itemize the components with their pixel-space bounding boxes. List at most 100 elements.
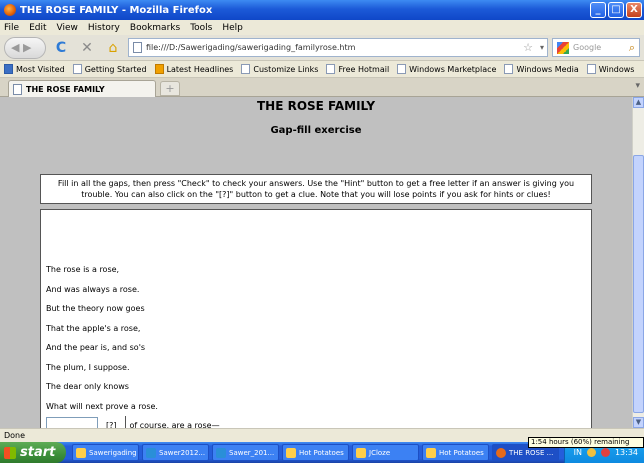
task-sawer2012[interactable]: Sawer2012... xyxy=(142,444,209,461)
bookmark-windows[interactable]: Windows xyxy=(586,64,635,74)
home-icon: ⌂ xyxy=(108,39,118,56)
poem-line: But the theory now goes xyxy=(46,304,145,313)
menu-view[interactable]: View xyxy=(57,23,78,33)
gap-following-text: of course, are a rose— xyxy=(124,416,220,428)
scroll-up-icon[interactable]: ▲ xyxy=(633,97,644,108)
forward-icon[interactable]: ▶ xyxy=(23,41,31,54)
page-icon xyxy=(397,64,407,74)
bookmark-customize-links[interactable]: Customize Links xyxy=(241,64,318,74)
page-content: THE ROSE FAMILY Gap-fill exercise Fill i… xyxy=(0,97,632,428)
menu-help[interactable]: Help xyxy=(222,23,243,33)
task-sawer-201[interactable]: Sawer_201... xyxy=(212,444,279,461)
bookmark-label: Windows Media xyxy=(516,64,579,74)
search-placeholder[interactable]: Google xyxy=(573,43,601,52)
clue-button[interactable]: [?] xyxy=(104,416,119,428)
task-hot-potatoes-2[interactable]: Hot Potatoes xyxy=(422,444,489,461)
page-icon xyxy=(133,42,142,53)
most-visited-icon xyxy=(4,64,13,74)
home-button[interactable]: ⌂ xyxy=(102,38,124,58)
google-icon[interactable] xyxy=(557,41,569,54)
tab-title: THE ROSE FAMILY xyxy=(26,84,105,94)
page-icon xyxy=(72,64,82,74)
task-label: Sawer_201... xyxy=(229,448,275,457)
poem-line: The dear only knows xyxy=(46,382,129,391)
task-label: Hot Potatoes xyxy=(439,448,484,457)
url-text[interactable]: file:///D:/Sawerigading/sawerigading_fam… xyxy=(146,43,355,52)
task-jcloze[interactable]: JCloze xyxy=(352,444,419,461)
menu-edit[interactable]: Edit xyxy=(29,23,46,33)
stop-button[interactable]: ✕ xyxy=(76,38,98,58)
taskbar-tasks: Sawerigading Sawer2012... Sawer_201... H… xyxy=(66,444,559,461)
language-indicator[interactable]: IN xyxy=(574,448,582,457)
document-icon xyxy=(146,447,156,458)
hot-potatoes-icon xyxy=(356,447,366,458)
stop-icon: ✕ xyxy=(81,39,93,56)
back-forward-button[interactable]: ◀ ▶ xyxy=(4,36,46,59)
bookmark-label: Windows xyxy=(598,64,635,74)
navigation-toolbar: ◀ ▶ C ✕ ⌂ file:///D:/Sawerigading/saweri… xyxy=(0,35,644,61)
url-bar[interactable]: file:///D:/Sawerigading/sawerigading_fam… xyxy=(128,38,548,57)
task-hot-potatoes[interactable]: Hot Potatoes xyxy=(282,444,349,461)
bookmark-label: Latest Headlines xyxy=(166,64,234,74)
page-icon xyxy=(504,64,514,74)
firefox-icon xyxy=(496,447,506,458)
bookmark-latest-headlines[interactable]: Latest Headlines xyxy=(154,64,234,74)
bookmark-free-hotmail[interactable]: Free Hotmail xyxy=(326,64,389,74)
menu-bookmarks[interactable]: Bookmarks xyxy=(130,23,180,33)
firefox-icon xyxy=(4,4,16,16)
rss-icon xyxy=(154,64,164,74)
bookmark-most-visited[interactable]: Most Visited xyxy=(4,64,65,74)
folder-icon xyxy=(76,447,86,458)
task-label: JCloze xyxy=(369,448,391,457)
minimize-button[interactable]: _ xyxy=(590,2,606,18)
scroll-down-icon[interactable]: ▼ xyxy=(633,417,644,428)
poem-line: That the apple's a rose, xyxy=(46,323,141,333)
network-icon[interactable] xyxy=(586,448,596,457)
menu-file[interactable]: File xyxy=(4,23,19,33)
reload-button[interactable]: C xyxy=(50,38,72,58)
start-button[interactable]: start xyxy=(0,442,66,463)
new-tab-button[interactable]: + xyxy=(160,81,180,96)
hot-potatoes-icon xyxy=(286,447,296,458)
security-icon[interactable] xyxy=(600,448,610,457)
poem-text: The rose is a rose, And was always a ros… xyxy=(46,260,220,428)
search-icon[interactable]: ⌕ xyxy=(629,41,635,55)
search-box[interactable]: Google ⌕ xyxy=(552,38,640,57)
window-title: THE ROSE FAMILY - Mozilla Firefox xyxy=(20,4,213,16)
page-icon xyxy=(241,64,251,74)
reload-icon: C xyxy=(55,39,67,56)
clock[interactable]: 13:34 xyxy=(615,448,638,457)
poem-line: What will next prove a rose. xyxy=(46,401,158,411)
gap-row: [?] of course, are a rose— xyxy=(46,416,220,428)
task-sawerigading[interactable]: Sawerigading xyxy=(72,444,139,461)
tab-list-icon[interactable]: ▾ xyxy=(635,81,640,91)
page-icon xyxy=(326,64,336,74)
url-dropdown-icon[interactable]: ▾ xyxy=(540,43,544,52)
start-label: start xyxy=(20,445,56,460)
document-icon xyxy=(216,447,226,458)
task-label: Sawer2012... xyxy=(159,448,206,457)
maximize-button[interactable]: □ xyxy=(608,2,624,18)
bookmark-star-icon[interactable]: ☆ xyxy=(523,41,533,54)
menu-history[interactable]: History xyxy=(88,23,120,33)
close-button[interactable]: X xyxy=(626,2,642,18)
page-subtitle: Gap-fill exercise xyxy=(270,125,362,136)
page-icon xyxy=(13,83,22,95)
task-label: Sawerigading xyxy=(89,448,137,457)
task-label: THE ROSE ... xyxy=(509,448,554,457)
vertical-scrollbar[interactable]: ▲ ▼ xyxy=(632,97,644,428)
exercise-box: The rose is a rose, And was always a ros… xyxy=(40,209,592,428)
bookmark-windows-marketplace[interactable]: Windows Marketplace xyxy=(397,64,496,74)
tab-the-rose-family[interactable]: THE ROSE FAMILY xyxy=(8,80,156,97)
window-titlebar: THE ROSE FAMILY - Mozilla Firefox _ □ X xyxy=(0,0,644,20)
task-label: Hot Potatoes xyxy=(299,448,344,457)
back-icon[interactable]: ◀ xyxy=(11,41,19,54)
page-icon xyxy=(586,64,596,74)
bookmark-windows-media[interactable]: Windows Media xyxy=(504,64,579,74)
gap-input[interactable] xyxy=(46,417,98,428)
bookmark-getting-started[interactable]: Getting Started xyxy=(72,64,147,74)
menu-tools[interactable]: Tools xyxy=(190,23,212,33)
scrollbar-thumb[interactable] xyxy=(633,155,644,413)
hot-potatoes-icon xyxy=(426,447,436,458)
instructions-box: Fill in all the gaps, then press "Check"… xyxy=(40,174,592,204)
